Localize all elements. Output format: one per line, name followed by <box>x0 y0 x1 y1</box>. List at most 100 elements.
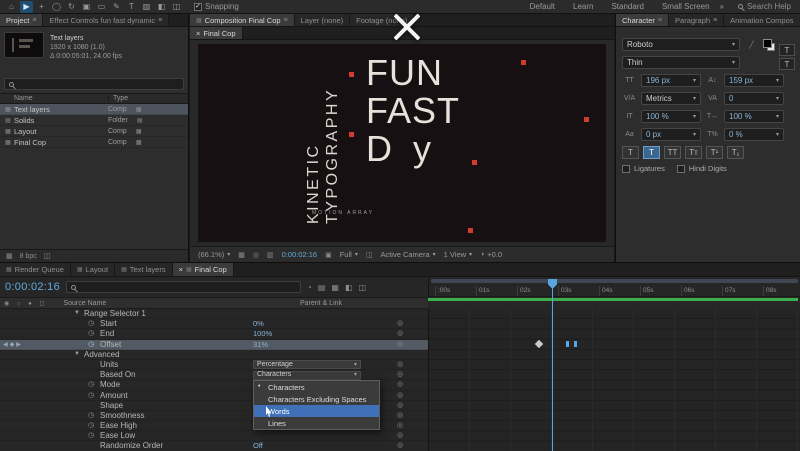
table-row[interactable]: ▤ Solids Folder ▤ <box>0 115 188 126</box>
property-label[interactable]: Based On <box>100 370 136 380</box>
menu-item-characters-excluding-spaces[interactable]: Characters Excluding Spaces <box>254 393 379 405</box>
tab-character[interactable]: Character ≡ <box>616 14 670 26</box>
stopwatch-icon[interactable]: ◷ <box>88 319 94 329</box>
stopwatch-icon[interactable]: ◷ <box>88 380 94 390</box>
based-on-dropdown[interactable]: Characters ▾ <box>253 370 361 380</box>
project-search-input[interactable] <box>4 78 184 90</box>
hide-shy-layers-icon[interactable]: ▦ <box>331 283 339 292</box>
leading-select[interactable]: 159 px ▾ <box>724 74 784 87</box>
region-of-interest-icon[interactable]: ◫ <box>366 251 373 259</box>
property-value[interactable]: Off <box>253 441 263 451</box>
column-parent-link[interactable]: Parent & Link <box>300 300 342 307</box>
tab-render-queue[interactable]: ▦ Render Queue <box>0 263 71 276</box>
property-label[interactable]: End <box>100 329 114 339</box>
keyframe-navigator[interactable]: ◀◆▶ <box>3 340 23 350</box>
exposure-control[interactable]: ◑ +0.0 <box>480 250 502 259</box>
grid-icon[interactable]: ▦ <box>6 252 13 260</box>
motion-blur-icon[interactable]: ◫ <box>359 283 367 292</box>
property-row-advanced[interactable]: ▼ Advanced <box>0 350 428 360</box>
pick-whip-icon[interactable]: ◎ <box>397 391 403 401</box>
workspace-learn[interactable]: Learn <box>573 2 593 11</box>
view-layout-icon[interactable]: ◫ <box>44 252 51 260</box>
twirl-open-icon[interactable]: ▼ <box>74 310 80 316</box>
glyph-tile[interactable]: T <box>779 58 795 70</box>
frame-blending-icon[interactable]: ◧ <box>345 283 353 292</box>
subscript-button[interactable]: T₁ <box>727 146 744 159</box>
property-row-range-selector[interactable]: ▼ Range Selector 1 <box>0 309 428 320</box>
workspace-default[interactable]: Default <box>530 2 555 11</box>
hindi-digits-checkbox[interactable] <box>676 164 685 173</box>
composition-viewport[interactable]: KINETIC TYPOGRAPHY FUN FAST D y MOTION A… <box>198 44 606 242</box>
snapshot-icon[interactable]: ▣ <box>325 251 332 259</box>
ligatures-checkbox[interactable] <box>622 164 630 173</box>
all-caps-button[interactable]: TT <box>664 146 681 159</box>
type-tool-icon[interactable]: T <box>125 1 138 13</box>
stopwatch-icon[interactable]: ◷ <box>88 411 94 421</box>
current-time-display[interactable]: 0:00:02:16 <box>282 250 317 259</box>
stopwatch-icon[interactable]: ◷ <box>88 421 94 431</box>
pick-whip-icon[interactable]: ◎ <box>397 421 403 431</box>
eyedropper-icon[interactable]: ╱ <box>744 41 759 49</box>
timeline-search-input[interactable] <box>66 281 301 293</box>
stopwatch-icon[interactable]: ◷ <box>88 431 94 441</box>
property-label[interactable]: Start <box>100 319 117 329</box>
draft-3d-icon[interactable]: ▤ <box>318 283 326 292</box>
home-icon[interactable]: ⌂ <box>5 1 18 13</box>
tab-final-cop[interactable]: × ▦ Final Cop <box>172 263 234 276</box>
pick-whip-icon[interactable]: ◎ <box>397 370 403 380</box>
glyph-tile[interactable]: T <box>779 44 795 56</box>
selection-handle[interactable] <box>521 60 526 65</box>
tab-project[interactable]: Project ≡ <box>0 14 44 26</box>
panel-menu-icon[interactable]: ≡ <box>658 17 662 24</box>
tab-paragraph[interactable]: Paragraph ≡ <box>669 14 725 26</box>
workspace-standard[interactable]: Standard <box>611 2 643 11</box>
menu-item-lines[interactable]: Lines <box>254 417 379 429</box>
tab-text-layers[interactable]: ▦ Text layers <box>115 263 173 276</box>
pick-whip-icon[interactable]: ◎ <box>397 340 403 350</box>
property-label[interactable]: Shape <box>100 401 123 411</box>
composition-mini-flowchart-icon[interactable]: ◔ <box>307 283 312 292</box>
tracking-select[interactable]: 0 ▾ <box>724 92 784 105</box>
property-label[interactable]: Offset <box>100 340 121 350</box>
bpc-label[interactable]: 8 bpc <box>20 253 37 260</box>
tab-layer[interactable]: Layer (none) <box>294 14 351 26</box>
grid-guides-icon[interactable]: ▦ <box>238 251 245 259</box>
property-label[interactable]: Units <box>100 360 118 370</box>
selection-handle[interactable] <box>349 132 354 137</box>
item-name[interactable]: Text layers <box>50 34 122 43</box>
property-value[interactable]: 0% <box>253 319 264 329</box>
tab-layout[interactable]: ▦ Layout <box>70 263 116 276</box>
stopwatch-icon[interactable]: ◷ <box>88 340 94 350</box>
table-row[interactable]: ▦ Final Cop Comp ▦ <box>0 137 188 148</box>
column-name[interactable]: Name <box>0 95 108 102</box>
column-source-name[interactable]: Source Name <box>63 300 106 307</box>
table-row[interactable]: ▦ Text layers Comp ▦ <box>0 104 188 115</box>
fill-color-swatch[interactable] <box>763 38 775 51</box>
units-dropdown[interactable]: Percentage ▾ <box>253 360 361 370</box>
pick-whip-icon[interactable]: ◎ <box>397 401 403 411</box>
orbit-tool-icon[interactable]: ↻ <box>65 1 78 13</box>
property-value[interactable]: 100% <box>253 329 272 339</box>
playhead-line[interactable] <box>552 287 553 451</box>
prev-keyframe-icon[interactable]: ◀ <box>3 342 10 348</box>
snapping-checkbox[interactable]: ✓ <box>194 2 202 11</box>
workspace-overflow-icon[interactable]: » <box>720 2 724 11</box>
search-help[interactable]: Search Help <box>737 2 791 11</box>
stamp-tool-icon[interactable]: ◧ <box>155 1 168 13</box>
target-icon[interactable]: ◎ <box>253 251 259 259</box>
vertical-scale-select[interactable]: 100 % ▾ <box>641 110 701 123</box>
menu-item-characters[interactable]: • Characters <box>254 381 379 393</box>
stopwatch-icon[interactable]: ◷ <box>88 329 94 339</box>
tsume-select[interactable]: 0 % ▾ <box>724 128 784 141</box>
font-family-select[interactable]: Roboto ▾ <box>622 38 740 51</box>
pick-whip-icon[interactable]: ◎ <box>397 380 403 390</box>
keyframe-marker[interactable] <box>566 341 569 347</box>
property-row-start[interactable]: ◷ Start 0% ◎ <box>0 319 428 330</box>
timeline-current-time[interactable]: 0:00:02:16 <box>5 281 60 293</box>
property-label[interactable]: Smoothness <box>100 411 144 421</box>
view-layout-select[interactable]: 1 View ▾ <box>444 250 472 259</box>
resolution-select[interactable]: Full ▾ <box>340 250 358 259</box>
workspace-small-screen[interactable]: Small Screen <box>662 2 710 11</box>
column-type[interactable]: Type <box>108 95 128 102</box>
timeline-ruler[interactable]: :00s 01s 02s 03s 04s 05s 06s 07s 08s <box>428 277 800 297</box>
